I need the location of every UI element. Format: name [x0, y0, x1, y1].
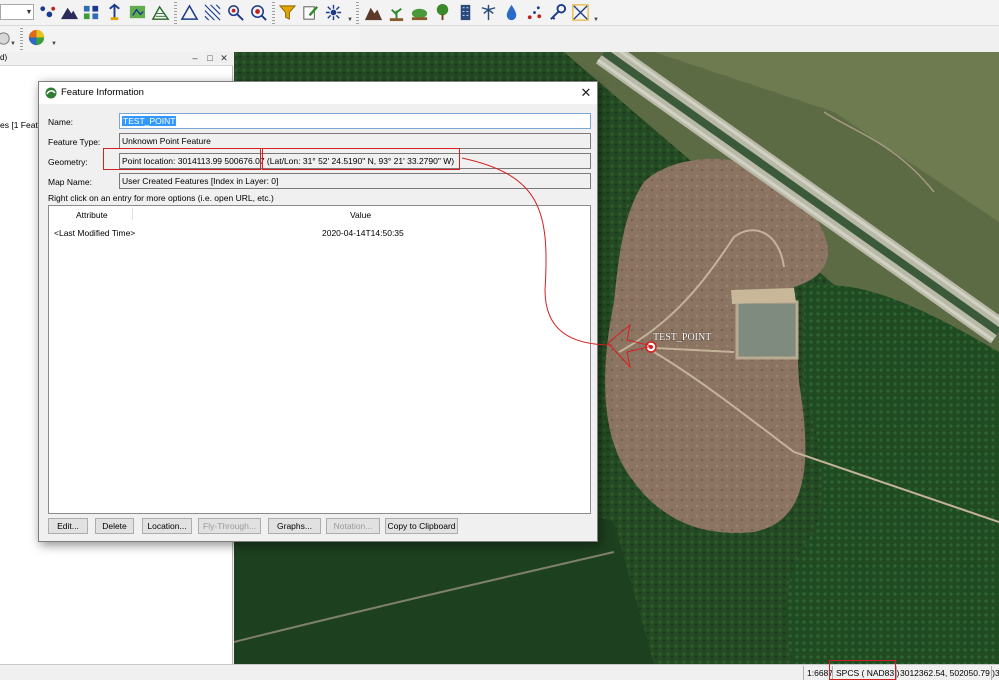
dialog-title-bar[interactable]: Feature Information ✕: [39, 82, 597, 104]
filter-funnel-icon[interactable]: [278, 3, 297, 22]
search-info-icon[interactable]: [249, 3, 268, 22]
palm-icon[interactable]: [479, 3, 498, 22]
point-label: TEST_POINT: [653, 332, 712, 343]
search-pin-icon[interactable]: [226, 3, 245, 22]
location-button[interactable]: Location...: [142, 518, 192, 534]
layer-list-item[interactable]: es [1 Featu: [0, 120, 43, 130]
tools-icon[interactable]: [324, 3, 343, 22]
toolbar-overflow-icon[interactable]: ▼: [593, 17, 599, 23]
name-field[interactable]: TEST_POINT: [119, 113, 591, 129]
measure-triangle-icon[interactable]: [180, 3, 199, 22]
feature-type-field: Unknown Point Feature: [119, 133, 591, 149]
graphs-button[interactable]: Graphs...: [268, 518, 321, 534]
pin-icon[interactable]: [105, 3, 124, 22]
name-value: TEST_POINT: [122, 116, 177, 126]
status-trailing: 3: [991, 666, 999, 680]
edit-pencil-icon[interactable]: [301, 3, 320, 22]
grid-arrows-icon[interactable]: [571, 3, 590, 22]
column-header-attribute[interactable]: Attribute: [76, 210, 108, 220]
map-name-field: User Created Features [Index in Layer: 0…: [119, 173, 591, 189]
panel-title-bar: d) – □ ✕: [0, 52, 233, 66]
terrain-icon[interactable]: [60, 3, 79, 22]
edit-button[interactable]: Edit...: [48, 518, 88, 534]
toolbar-overflow-icon[interactable]: ▼: [51, 41, 57, 47]
secondary-toolbar: ▼ ▼: [0, 26, 360, 52]
maximize-icon[interactable]: □: [205, 52, 215, 64]
plant-icon[interactable]: [387, 3, 406, 22]
water-drop-icon[interactable]: [502, 3, 521, 22]
mountain-grid-icon[interactable]: [151, 3, 170, 22]
map-name-label: Map Name:: [48, 177, 92, 187]
fly-through-button[interactable]: Fly-Through...: [198, 518, 261, 534]
column-header-value[interactable]: Value: [350, 210, 371, 220]
map-green-icon[interactable]: [128, 3, 147, 22]
shrub-icon[interactable]: [410, 3, 429, 22]
table-row-attribute[interactable]: <Last Modified Time>: [54, 228, 135, 238]
table-row-value[interactable]: 2020-04-14T14:50:35: [322, 228, 404, 238]
annotation-box-point-location: [103, 148, 261, 170]
close-icon[interactable]: ✕: [219, 52, 229, 64]
main-toolbar: ▼ ▼ ▼: [0, 0, 999, 26]
annotation-box-lat-lon: [262, 148, 460, 170]
geometry-label: Geometry:: [48, 157, 88, 167]
column-divider[interactable]: [132, 208, 133, 220]
mountain-dark-icon[interactable]: [364, 3, 383, 22]
toolbar-separator: [20, 28, 23, 50]
attribute-list[interactable]: Attribute Value <Last Modified Time> 202…: [48, 205, 591, 514]
panel-title: d): [0, 53, 8, 62]
chevron-down-icon[interactable]: ▼: [24, 8, 34, 18]
tree-icon[interactable]: [433, 3, 452, 22]
coordinate-readout: 3012362.54, 502050.79 ): [896, 666, 995, 680]
annotation-box-projection: [829, 660, 896, 680]
key-icon[interactable]: [548, 3, 567, 22]
pattern-icon[interactable]: [525, 3, 544, 22]
layer-points-icon[interactable]: [38, 3, 57, 22]
notation-button[interactable]: Notation...: [326, 518, 380, 534]
toolbar-separator: [356, 2, 359, 24]
toolbar-overflow-icon[interactable]: ▼: [347, 17, 353, 23]
close-icon[interactable]: ✕: [577, 84, 595, 102]
building-icon[interactable]: [456, 3, 475, 22]
hint-text: Right click on an entry for more options…: [48, 193, 274, 203]
toolbar-overflow-icon[interactable]: ▼: [10, 41, 16, 47]
layer-combo[interactable]: ▼: [0, 4, 34, 20]
copy-to-clipboard-button[interactable]: Copy to Clipboard: [385, 518, 458, 534]
overlay-control-icon[interactable]: [82, 3, 101, 22]
minimize-icon[interactable]: –: [190, 52, 200, 64]
delete-button[interactable]: Delete: [95, 518, 134, 534]
toolbar-separator: [174, 2, 177, 24]
hatch-area-icon[interactable]: [203, 3, 222, 22]
dialog-title: Feature Information: [61, 87, 144, 98]
app-logo-icon: [45, 87, 57, 99]
color-wheel-icon[interactable]: [27, 28, 46, 47]
feature-type-label: Feature Type:: [48, 137, 101, 147]
toolbar-separator: [272, 2, 275, 24]
name-label: Name:: [48, 117, 74, 127]
